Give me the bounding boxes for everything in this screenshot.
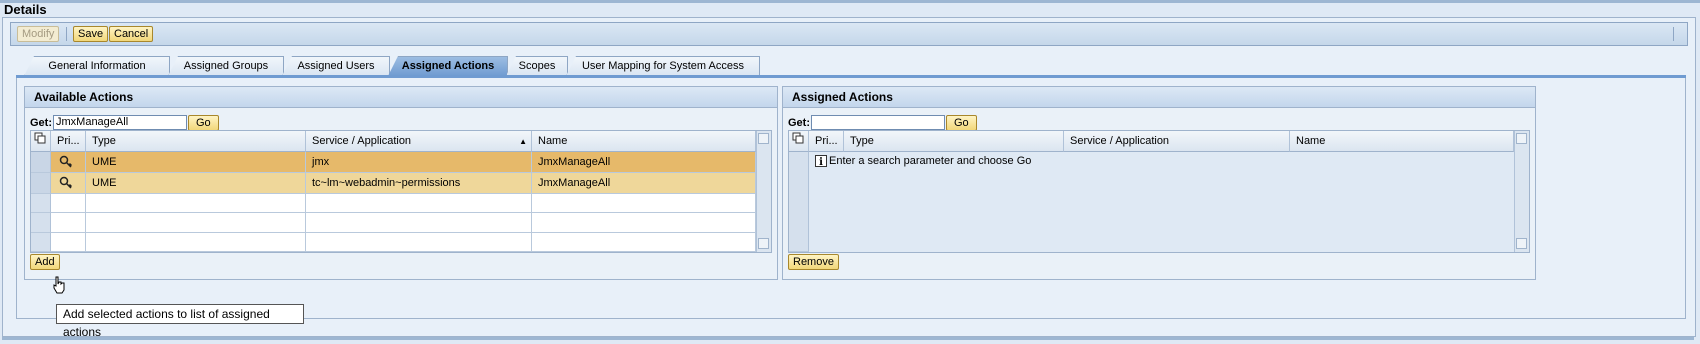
- row-service: jmx: [312, 156, 330, 168]
- row-service: tc~lm~webadmin~permissions: [312, 177, 461, 189]
- tab-user-mapping[interactable]: User Mapping for System Access: [566, 56, 760, 76]
- key-icon: [59, 155, 73, 172]
- assigned-get-label: Get:: [788, 117, 810, 129]
- tab-assigned-users[interactable]: Assigned Users: [282, 56, 390, 76]
- row-selector[interactable]: [31, 194, 51, 213]
- row-icon-cell: [51, 152, 86, 173]
- add-tooltip: Add selected actions to list of assigned…: [56, 304, 304, 339]
- assigned-actions-table: Pri... Type Service / Application Name i…: [788, 130, 1530, 253]
- row-icon-cell: [51, 173, 86, 194]
- available-actions-panel: Available Actions Get: JmxManageAll Go P…: [24, 86, 778, 280]
- row-name: JmxManageAll: [538, 177, 611, 189]
- row-type: UME: [92, 177, 117, 189]
- assigned-go-button[interactable]: Go: [946, 115, 977, 131]
- sort-ascending-icon: ▲: [519, 137, 527, 146]
- assigned-scrollbar[interactable]: [1514, 131, 1529, 252]
- svg-text:i: i: [819, 157, 823, 167]
- save-button[interactable]: Save: [73, 26, 109, 42]
- toolbar-end-separator: [1673, 27, 1674, 41]
- col-pri[interactable]: Pri...: [809, 131, 844, 152]
- assigned-search-input[interactable]: [811, 115, 945, 130]
- tab-strip: General Information Assigned Groups Assi…: [16, 56, 1698, 76]
- row-selector: [789, 152, 809, 252]
- col-type[interactable]: Type: [86, 131, 306, 152]
- select-all-icon[interactable]: [31, 131, 51, 152]
- top-border: [0, 0, 1700, 3]
- toolbar: Modify Save Cancel: [10, 22, 1688, 46]
- page-title: Details: [4, 2, 47, 17]
- table-row[interactable]: UME jmx JmxManageAll: [51, 152, 756, 173]
- col-name[interactable]: Name: [532, 131, 756, 152]
- empty-message: Enter a search parameter and choose Go: [829, 155, 1032, 167]
- key-icon: [59, 176, 73, 193]
- tab-assigned-groups[interactable]: Assigned Groups: [168, 56, 284, 76]
- table-row[interactable]: UME tc~lm~webadmin~permissions JmxManage…: [51, 173, 756, 194]
- cancel-button[interactable]: Cancel: [109, 26, 154, 42]
- col-service[interactable]: Service / Application: [1064, 131, 1290, 152]
- row-selector[interactable]: [31, 152, 51, 173]
- col-name[interactable]: Name: [1290, 131, 1514, 152]
- scroll-down-icon[interactable]: [758, 238, 769, 249]
- available-get-label: Get:: [30, 117, 52, 129]
- hand-cursor-icon: [52, 276, 66, 297]
- bottom-border: [2, 337, 1694, 340]
- scroll-down-icon[interactable]: [1516, 238, 1527, 249]
- tab-general-information[interactable]: General Information: [24, 56, 170, 76]
- scroll-up-icon[interactable]: [758, 133, 769, 144]
- available-actions-table: Pri... Type Service / Application ▲ Name…: [30, 130, 772, 253]
- available-actions-title: Available Actions: [25, 87, 777, 108]
- col-pri[interactable]: Pri...: [51, 131, 86, 152]
- add-button[interactable]: Add: [30, 254, 60, 270]
- modify-button[interactable]: Modify: [17, 26, 60, 42]
- row-selector[interactable]: [31, 173, 51, 194]
- row-selector[interactable]: [31, 213, 51, 233]
- tab-assigned-actions[interactable]: Assigned Actions: [388, 56, 508, 76]
- available-search-input[interactable]: JmxManageAll: [53, 115, 187, 130]
- col-service[interactable]: Service / Application ▲: [306, 131, 532, 152]
- tab-scopes[interactable]: Scopes: [506, 56, 568, 76]
- scroll-up-icon[interactable]: [1516, 133, 1527, 144]
- remove-button[interactable]: Remove: [788, 254, 839, 270]
- assigned-actions-title: Assigned Actions: [783, 87, 1535, 108]
- row-name: JmxManageAll: [538, 156, 611, 168]
- row-selector[interactable]: [31, 233, 51, 252]
- col-service-label: Service / Application: [312, 135, 412, 147]
- available-scrollbar[interactable]: [756, 131, 771, 252]
- select-all-icon[interactable]: [789, 131, 809, 152]
- toolbar-separator: [66, 27, 67, 41]
- available-go-button[interactable]: Go: [188, 115, 219, 131]
- row-type: UME: [92, 156, 117, 168]
- col-type[interactable]: Type: [844, 131, 1064, 152]
- assigned-actions-panel: Assigned Actions Get: Go Pri... Type Ser…: [782, 86, 1536, 280]
